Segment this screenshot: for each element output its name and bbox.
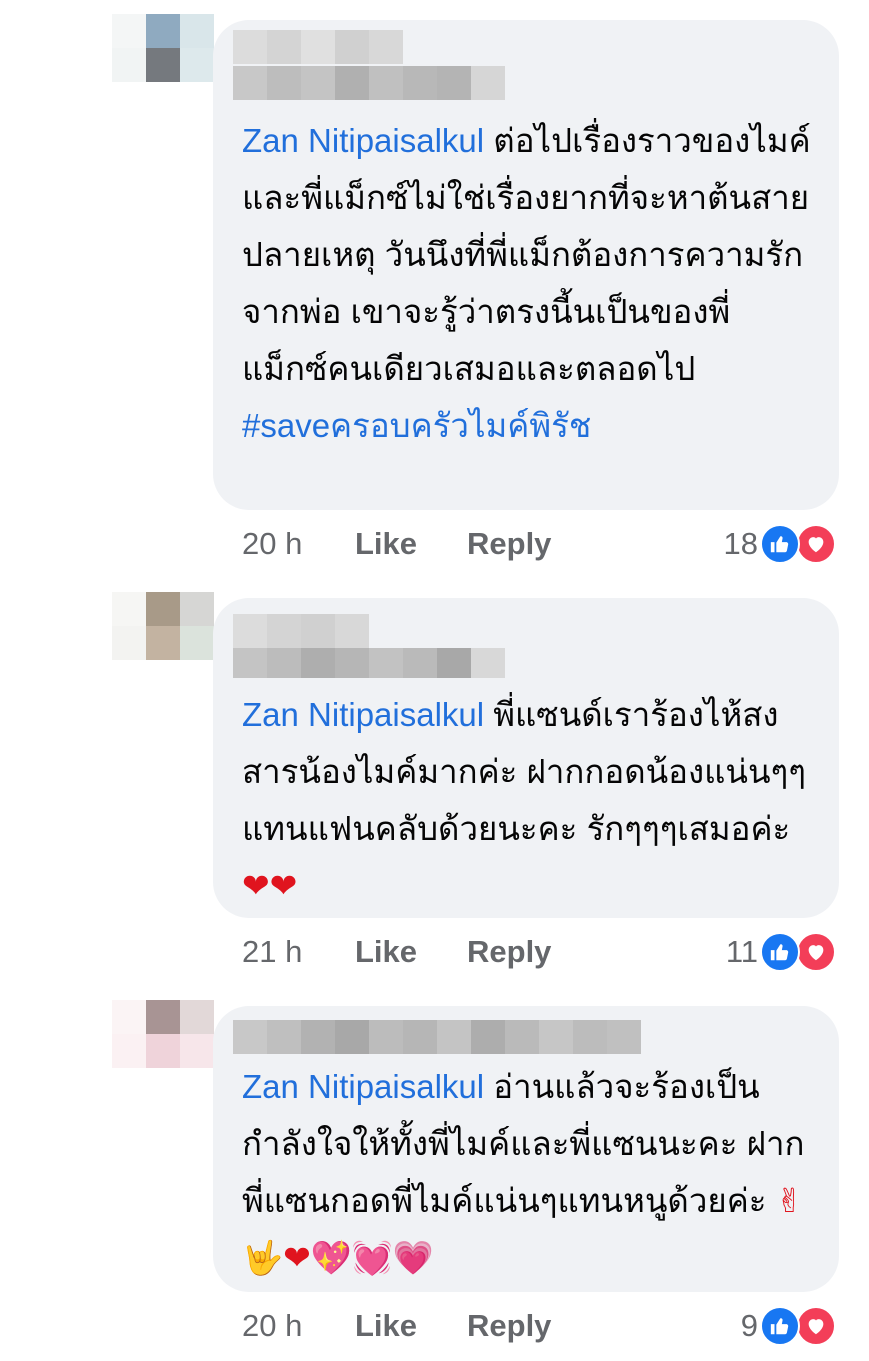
like-reaction-icon	[760, 1306, 800, 1346]
comment-text: Zan Nitipaisalkul อ่านแล้วจะร้องเป็นกำลั…	[242, 1058, 813, 1286]
comment-text: Zan Nitipaisalkul พี่แซนด์เราร้องไห้สงสา…	[242, 686, 813, 914]
blurred-commenter-name	[233, 648, 505, 678]
love-reaction-icon	[796, 1306, 836, 1346]
comment-author-link[interactable]: Zan Nitipaisalkul	[242, 696, 484, 733]
blurred-commenter-name	[233, 614, 369, 648]
comment-author-link[interactable]: Zan Nitipaisalkul	[242, 1068, 484, 1105]
avatar[interactable]	[112, 1000, 214, 1068]
heart-emoji: ❤❤	[242, 866, 298, 905]
comment-actions: 20 h Like Reply 9	[242, 1306, 842, 1348]
reaction-count[interactable]: 11	[726, 934, 758, 970]
comment-actions: 21 h Like Reply 11	[242, 932, 842, 974]
comment-author-link[interactable]: Zan Nitipaisalkul	[242, 122, 484, 159]
comment-bubble: Zan Nitipaisalkul พี่แซนด์เราร้องไห้สงสา…	[213, 598, 839, 918]
blurred-commenter-name	[233, 1020, 641, 1054]
reactions-summary[interactable]	[760, 1306, 840, 1346]
comment-body: ต่อไปเรื่องราวของไมค์และพี่แม็กซ์ไม่ใช่เ…	[242, 122, 811, 387]
love-reaction-icon	[796, 932, 836, 972]
blurred-commenter-name	[233, 30, 403, 64]
reply-button[interactable]: Reply	[467, 526, 551, 562]
avatar[interactable]	[112, 14, 214, 82]
avatar[interactable]	[112, 592, 214, 660]
hashtag-link[interactable]: #saveครอบครัวไมค์พิรัช	[242, 407, 591, 444]
reaction-count[interactable]: 9	[741, 1308, 758, 1344]
like-button[interactable]: Like	[355, 526, 417, 562]
love-reaction-icon	[796, 524, 836, 564]
comment-text: Zan Nitipaisalkul ต่อไปเรื่องราวของไมค์แ…	[242, 112, 813, 454]
like-button[interactable]: Like	[355, 934, 417, 970]
blurred-commenter-name	[233, 66, 505, 100]
reactions-summary[interactable]	[760, 932, 840, 972]
comment-bubble: Zan Nitipaisalkul ต่อไปเรื่องราวของไมค์แ…	[213, 20, 839, 510]
comment-actions: 20 h Like Reply 18	[242, 524, 842, 566]
comment-timestamp[interactable]: 21 h	[242, 934, 302, 970]
reply-button[interactable]: Reply	[467, 934, 551, 970]
comment-timestamp[interactable]: 20 h	[242, 1308, 302, 1344]
comment-timestamp[interactable]: 20 h	[242, 526, 302, 562]
like-reaction-icon	[760, 524, 800, 564]
like-reaction-icon	[760, 932, 800, 972]
like-button[interactable]: Like	[355, 1308, 417, 1344]
reaction-count[interactable]: 18	[724, 526, 758, 562]
comment-bubble: Zan Nitipaisalkul อ่านแล้วจะร้องเป็นกำลั…	[213, 1006, 839, 1292]
reactions-summary[interactable]	[760, 524, 840, 564]
reply-button[interactable]: Reply	[467, 1308, 551, 1344]
